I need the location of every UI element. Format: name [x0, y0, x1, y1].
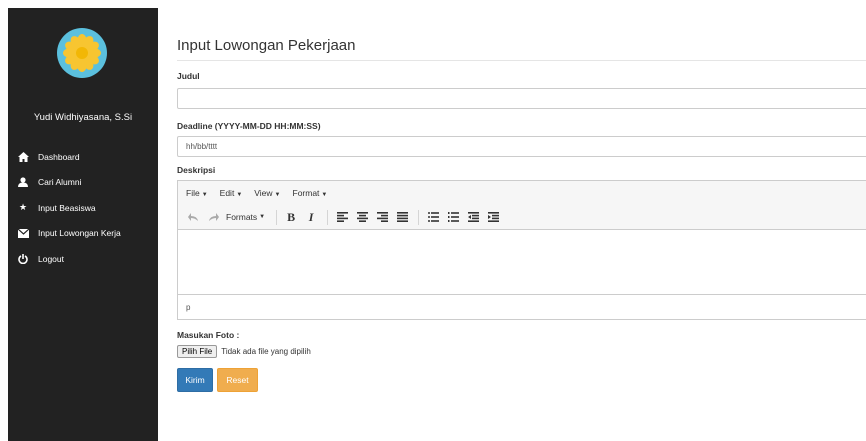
reset-button[interactable]: Reset — [217, 368, 258, 392]
menu-format[interactable]: Format ▼ — [293, 188, 328, 198]
sidebar-item-label: Cari Alumni — [38, 177, 82, 188]
element-path: p — [186, 302, 191, 312]
caret-down-icon: ▼ — [236, 192, 243, 198]
file-upload: Pilih File Tidak ada file yang dipilih — [177, 345, 311, 358]
star-icon: ★ — [18, 202, 28, 213]
judul-input[interactable] — [177, 88, 866, 109]
bullet-list-icon[interactable] — [426, 209, 440, 225]
deadline-input[interactable] — [177, 136, 866, 157]
toolbar-separator — [327, 209, 329, 225]
power-icon — [17, 253, 29, 265]
sidebar-item-logout[interactable]: Logout — [8, 246, 158, 272]
toolbar-separator — [276, 209, 278, 225]
align-center-icon[interactable] — [355, 209, 369, 225]
caret-down-icon: ▼ — [274, 192, 281, 198]
sidebar-item-label: Logout — [38, 253, 64, 264]
caret-down-icon: ▼ — [201, 192, 208, 198]
sidebar-item-label: Dashboard — [38, 151, 80, 162]
user-icon — [17, 176, 29, 188]
editor-statusbar: p — [178, 294, 866, 319]
choose-file-button[interactable]: Pilih File — [177, 345, 218, 358]
outdent-icon[interactable] — [466, 209, 480, 225]
sidebar-item-dashboard[interactable]: Dashboard — [8, 144, 158, 170]
caret-down-icon: ▼ — [259, 214, 266, 220]
rich-text-editor: File ▼ Edit ▼ View ▼ Format ▼ Formats ▼ B I — [177, 180, 866, 320]
foto-label: Masukan Foto : — [177, 330, 240, 340]
title-divider — [177, 60, 866, 61]
editor-content-area[interactable] — [178, 230, 866, 296]
align-right-icon[interactable] — [375, 209, 389, 225]
envelope-icon — [17, 227, 29, 239]
italic-button[interactable]: I — [304, 209, 318, 225]
sidebar: Yudi Widhiyasana, S.Si Dashboard Cari Al… — [8, 8, 158, 441]
sidebar-item-label: Input Beasiswa — [38, 202, 96, 213]
sidebar-item-input-lowongan-kerja[interactable]: Input Lowongan Kerja — [8, 221, 158, 247]
sidebar-item-label: Input Lowongan Kerja — [38, 228, 121, 239]
home-icon — [17, 151, 29, 163]
toolbar-separator — [418, 209, 420, 225]
file-status: Tidak ada file yang dipilih — [221, 347, 311, 356]
align-justify-icon[interactable] — [395, 209, 409, 225]
menu-edit[interactable]: Edit ▼ — [220, 188, 243, 198]
judul-label: Judul — [177, 71, 200, 81]
caret-down-icon: ▼ — [321, 192, 328, 198]
align-left-icon[interactable] — [335, 209, 349, 225]
sidebar-item-input-beasiswa[interactable]: ★ Input Beasiswa — [8, 195, 158, 221]
deskripsi-label: Deskripsi — [177, 165, 216, 175]
avatar — [57, 28, 107, 78]
flower-icon — [63, 34, 101, 72]
sidebar-item-cari-alumni[interactable]: Cari Alumni — [8, 170, 158, 196]
numbered-list-icon[interactable] — [446, 209, 460, 225]
menu-view[interactable]: View ▼ — [254, 188, 280, 198]
undo-icon[interactable] — [186, 209, 200, 225]
deadline-label: Deadline (YYYY-MM-DD HH:MM:SS) — [177, 121, 321, 131]
bold-button[interactable]: B — [284, 209, 298, 225]
formats-dropdown[interactable]: Formats ▼ — [226, 209, 265, 225]
editor-menubar: File ▼ Edit ▼ View ▼ Format ▼ — [178, 181, 866, 205]
menu-file[interactable]: File ▼ — [186, 188, 208, 198]
editor-toolbar: Formats ▼ B I — [178, 205, 866, 230]
redo-icon[interactable] — [206, 209, 220, 225]
submit-button[interactable]: Kirim — [177, 368, 213, 392]
sidebar-nav: Dashboard Cari Alumni ★ Input Beasiswa I… — [8, 144, 158, 272]
page-title: Input Lowongan Pekerjaan — [177, 37, 356, 54]
username: Yudi Widhiyasana, S.Si — [33, 112, 133, 123]
indent-icon[interactable] — [486, 209, 500, 225]
